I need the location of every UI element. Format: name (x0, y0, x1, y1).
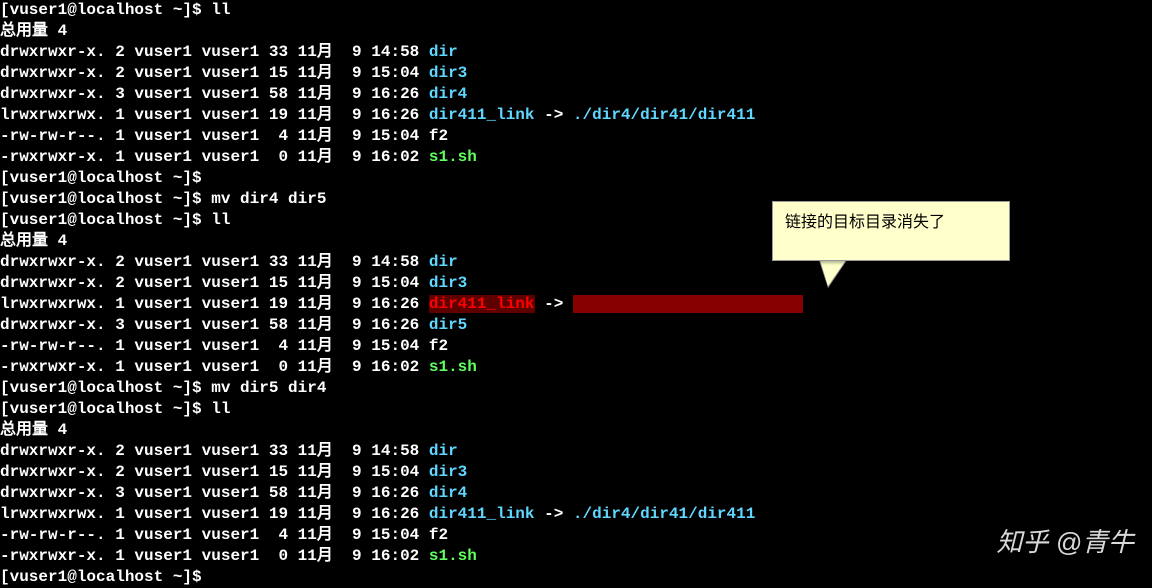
file-meta: drwxrwxr-x. 3 vuser1 vuser1 58 11月 9 16:… (0, 316, 429, 334)
file-meta: -rwxrwxr-x. 1 vuser1 vuser1 0 11月 9 16:0… (0, 358, 429, 376)
link-target: ./dir4/dir41/dir411 (573, 505, 755, 523)
listing-row: lrwxrwxrwx. 1 vuser1 vuser1 19 11月 9 16:… (0, 294, 1152, 315)
file-meta: drwxrwxr-x. 3 vuser1 vuser1 58 11月 9 16:… (0, 85, 429, 103)
link-arrow: -> (535, 295, 573, 313)
listing-row: drwxrwxr-x. 2 vuser1 vuser1 15 11月 9 15:… (0, 273, 1152, 294)
file-name: dir4 (429, 484, 467, 502)
listing-row: -rwxrwxr-x. 1 vuser1 vuser1 0 11月 9 16:0… (0, 546, 1152, 567)
prompt-line[interactable]: [vuser1@localhost ~]$ ll (0, 0, 1152, 21)
file-meta: drwxrwxr-x. 2 vuser1 vuser1 33 11月 9 14:… (0, 442, 429, 460)
listing-row: -rwxrwxr-x. 1 vuser1 vuser1 0 11月 9 16:0… (0, 147, 1152, 168)
file-meta: lrwxrwxrwx. 1 vuser1 vuser1 19 11月 9 16:… (0, 106, 429, 124)
listing-row: lrwxrwxrwx. 1 vuser1 vuser1 19 11月 9 16:… (0, 105, 1152, 126)
prompt-line[interactable]: [vuser1@localhost ~]$ (0, 567, 1152, 588)
file-name: dir3 (429, 64, 467, 82)
listing-row: drwxrwxr-x. 3 vuser1 vuser1 58 11月 9 16:… (0, 84, 1152, 105)
link-arrow: -> (535, 106, 573, 124)
file-meta: drwxrwxr-x. 2 vuser1 vuser1 15 11月 9 15:… (0, 274, 429, 292)
file-meta: lrwxrwxrwx. 1 vuser1 vuser1 19 11月 9 16:… (0, 295, 429, 313)
file-name: dir (429, 253, 458, 271)
file-meta: -rw-rw-r--. 1 vuser1 vuser1 4 11月 9 15:0… (0, 337, 429, 355)
terminal-output: [vuser1@localhost ~]$ ll总用量 4drwxrwxr-x.… (0, 0, 1152, 588)
symlink-name: dir411_link (429, 505, 535, 523)
file-name: dir3 (429, 463, 467, 481)
file-name: dir (429, 43, 458, 61)
broken-link-target (573, 295, 803, 313)
file-meta: drwxrwxr-x. 2 vuser1 vuser1 33 11月 9 14:… (0, 43, 429, 61)
listing-row: -rw-rw-r--. 1 vuser1 vuser1 4 11月 9 15:0… (0, 126, 1152, 147)
listing-row: drwxrwxr-x. 2 vuser1 vuser1 33 11月 9 14:… (0, 42, 1152, 63)
file-name: f2 (429, 127, 448, 145)
file-meta: -rw-rw-r--. 1 vuser1 vuser1 4 11月 9 15:0… (0, 127, 429, 145)
listing-row: drwxrwxr-x. 2 vuser1 vuser1 15 11月 9 15:… (0, 462, 1152, 483)
file-name: dir5 (429, 316, 467, 334)
watermark: 知乎 @青牛 (996, 532, 1134, 553)
listing-row: lrwxrwxrwx. 1 vuser1 vuser1 19 11月 9 16:… (0, 504, 1152, 525)
listing-row: -rw-rw-r--. 1 vuser1 vuser1 4 11月 9 15:0… (0, 336, 1152, 357)
total-line: 总用量 4 (0, 21, 1152, 42)
total-line: 总用量 4 (0, 420, 1152, 441)
file-meta: -rwxrwxr-x. 1 vuser1 vuser1 0 11月 9 16:0… (0, 148, 429, 166)
callout-tail (820, 260, 846, 286)
file-meta: -rwxrwxr-x. 1 vuser1 vuser1 0 11月 9 16:0… (0, 547, 429, 565)
listing-row: -rwxrwxr-x. 1 vuser1 vuser1 0 11月 9 16:0… (0, 357, 1152, 378)
file-name: s1.sh (429, 547, 477, 565)
file-name: dir3 (429, 274, 467, 292)
annotation-callout: 链接的目标目录消失了 (772, 201, 1010, 261)
file-meta: -rw-rw-r--. 1 vuser1 vuser1 4 11月 9 15:0… (0, 526, 429, 544)
link-arrow: -> (535, 505, 573, 523)
file-name: dir4 (429, 85, 467, 103)
prompt-line[interactable]: [vuser1@localhost ~]$ ll (0, 399, 1152, 420)
prompt-line[interactable]: [vuser1@localhost ~]$ (0, 168, 1152, 189)
file-meta: drwxrwxr-x. 2 vuser1 vuser1 15 11月 9 15:… (0, 64, 429, 82)
broken-symlink-name: dir411_link (429, 295, 535, 313)
callout-text: 链接的目标目录消失了 (785, 214, 945, 231)
listing-row: drwxrwxr-x. 3 vuser1 vuser1 58 11月 9 16:… (0, 483, 1152, 504)
file-meta: drwxrwxr-x. 2 vuser1 vuser1 15 11月 9 15:… (0, 463, 429, 481)
prompt-line[interactable]: [vuser1@localhost ~]$ mv dir5 dir4 (0, 378, 1152, 399)
file-meta: drwxrwxr-x. 2 vuser1 vuser1 33 11月 9 14:… (0, 253, 429, 271)
file-name: f2 (429, 526, 448, 544)
listing-row: drwxrwxr-x. 3 vuser1 vuser1 58 11月 9 16:… (0, 315, 1152, 336)
file-name: s1.sh (429, 358, 477, 376)
file-name: f2 (429, 337, 448, 355)
file-meta: drwxrwxr-x. 3 vuser1 vuser1 58 11月 9 16:… (0, 484, 429, 502)
listing-row: -rw-rw-r--. 1 vuser1 vuser1 4 11月 9 15:0… (0, 525, 1152, 546)
listing-row: drwxrwxr-x. 2 vuser1 vuser1 15 11月 9 15:… (0, 63, 1152, 84)
file-name: dir (429, 442, 458, 460)
file-name: s1.sh (429, 148, 477, 166)
symlink-name: dir411_link (429, 106, 535, 124)
link-target: ./dir4/dir41/dir411 (573, 106, 755, 124)
file-meta: lrwxrwxrwx. 1 vuser1 vuser1 19 11月 9 16:… (0, 505, 429, 523)
listing-row: drwxrwxr-x. 2 vuser1 vuser1 33 11月 9 14:… (0, 441, 1152, 462)
